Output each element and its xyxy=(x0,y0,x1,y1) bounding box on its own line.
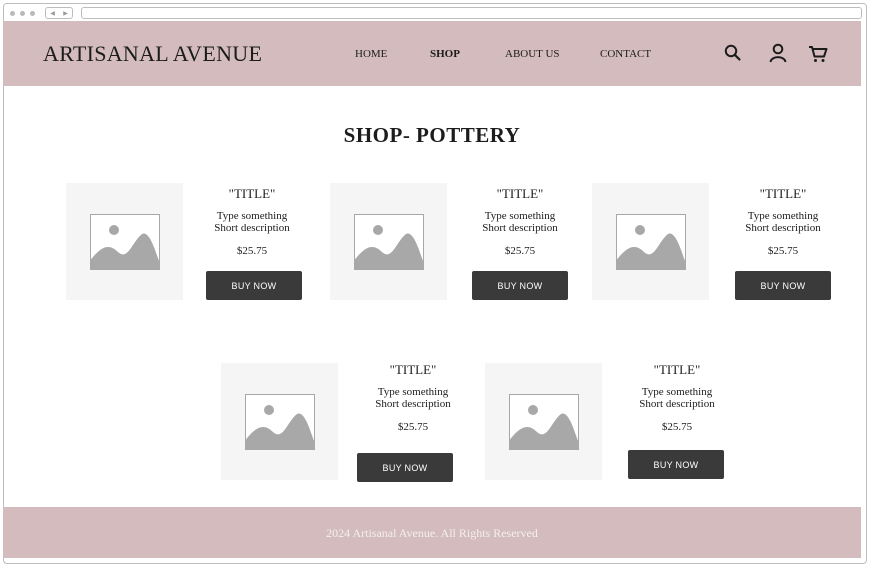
search-icon[interactable] xyxy=(722,42,744,64)
product-description-line: Short description xyxy=(375,398,451,410)
product-description-line: Short description xyxy=(482,222,558,234)
product-title: "TITLE" xyxy=(228,186,276,201)
nav-shop[interactable]: SHOP xyxy=(430,48,460,60)
product-description-line: Type something xyxy=(377,386,449,398)
product-image[interactable] xyxy=(330,183,447,300)
buy-now-button[interactable]: BUY NOW xyxy=(357,453,453,482)
product-info: "TITLE" Type something Short description… xyxy=(728,186,838,257)
cart-icon[interactable] xyxy=(807,42,829,64)
browser-nav-buttons[interactable]: ◀ ▶ xyxy=(45,7,73,19)
window-dot-icon[interactable] xyxy=(20,11,25,16)
product-description: Type something Short description xyxy=(358,386,468,410)
site-footer: 2024 Artisanal Avenue. All Rights Reserv… xyxy=(3,507,861,558)
product-info: "TITLE" Type something Short description… xyxy=(358,362,468,433)
product-description: Type something Short description xyxy=(728,210,838,234)
product-info: "TITLE" Type something Short description… xyxy=(197,186,307,257)
product-title: "TITLE" xyxy=(389,362,437,377)
window-dot-icon[interactable] xyxy=(10,11,15,16)
product-description: Type something Short description xyxy=(622,386,732,410)
product-title: "TITLE" xyxy=(653,362,701,377)
buy-now-button[interactable]: BUY NOW xyxy=(628,450,724,479)
window-dot-icon[interactable] xyxy=(30,11,35,16)
product-description-line: Type something xyxy=(216,210,288,222)
product-description-line: Short description xyxy=(214,222,290,234)
product-image[interactable] xyxy=(485,363,602,480)
product-image[interactable] xyxy=(66,183,183,300)
buy-now-button[interactable]: BUY NOW xyxy=(472,271,568,300)
product-description: Type something Short description xyxy=(197,210,307,234)
product-price: $25.75 xyxy=(661,421,693,433)
nav-contact[interactable]: CONTACT xyxy=(600,48,651,60)
product-description-line: Short description xyxy=(639,398,715,410)
buy-now-button[interactable]: BUY NOW xyxy=(206,271,302,300)
product-description-line: Short description xyxy=(745,222,821,234)
product-info: "TITLE" Type something Short description… xyxy=(622,362,732,433)
image-placeholder-icon xyxy=(245,394,315,450)
forward-arrow-icon[interactable]: ▶ xyxy=(63,10,68,17)
product-image[interactable] xyxy=(592,183,709,300)
product-title: "TITLE" xyxy=(759,186,807,201)
product-description-line: Type something xyxy=(747,210,819,222)
product-description: Type something Short description xyxy=(465,210,575,234)
brand-logo[interactable]: ARTISANAL AVENUE xyxy=(43,41,262,67)
product-title: "TITLE" xyxy=(496,186,544,201)
image-placeholder-icon xyxy=(616,214,686,270)
address-bar[interactable] xyxy=(81,7,862,19)
product-image[interactable] xyxy=(221,363,338,480)
product-price: $25.75 xyxy=(236,245,268,257)
image-placeholder-icon xyxy=(509,394,579,450)
nav-about[interactable]: ABOUT US xyxy=(505,48,560,60)
product-description-line: Type something xyxy=(641,386,713,398)
image-placeholder-icon xyxy=(90,214,160,270)
back-arrow-icon[interactable]: ◀ xyxy=(50,10,55,17)
product-description-line: Type something xyxy=(484,210,556,222)
product-price: $25.75 xyxy=(397,421,429,433)
product-info: "TITLE" Type something Short description… xyxy=(465,186,575,257)
nav-home[interactable]: HOME xyxy=(355,48,387,60)
site-header: ARTISANAL AVENUE HOME SHOP ABOUT US CONT… xyxy=(3,21,861,86)
buy-now-button[interactable]: BUY NOW xyxy=(735,271,831,300)
copyright-text: 2024 Artisanal Avenue. All Rights Reserv… xyxy=(326,526,538,540)
user-icon[interactable] xyxy=(767,42,789,64)
image-placeholder-icon xyxy=(354,214,424,270)
product-price: $25.75 xyxy=(504,245,536,257)
product-price: $25.75 xyxy=(767,245,799,257)
page-title: SHOP- POTTERY xyxy=(343,123,521,147)
